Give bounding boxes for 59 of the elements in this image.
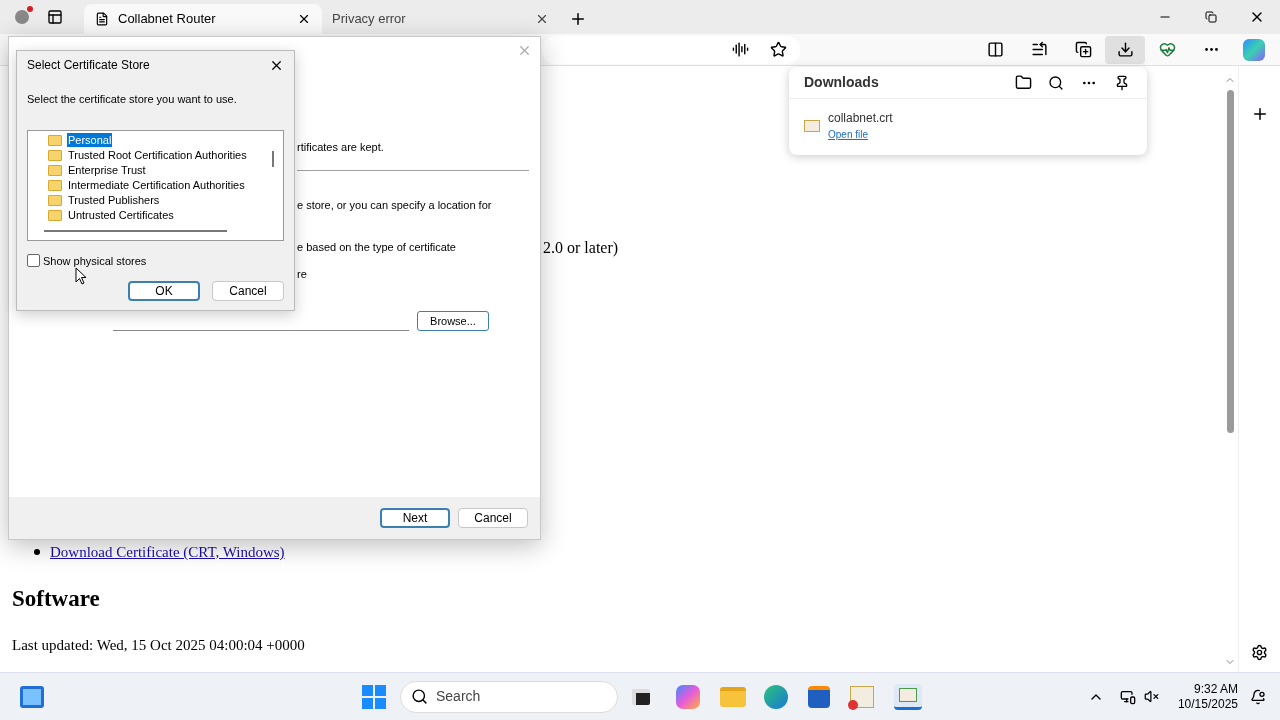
widgets-icon[interactable] [20, 685, 44, 708]
certificate-icon[interactable] [850, 685, 874, 708]
notification-icon[interactable] [1248, 688, 1268, 705]
start-icon[interactable] [362, 684, 386, 709]
wizard-text: rtificates are kept. [297, 140, 385, 155]
open-file-link[interactable]: Open file [828, 127, 893, 142]
clock[interactable]: 9:32 AM 10/15/2025 [1177, 681, 1238, 712]
ok-button[interactable]: OK [128, 281, 200, 301]
copilot-icon[interactable] [1243, 38, 1265, 61]
cancel-button[interactable]: Cancel [458, 508, 528, 528]
cancel-button[interactable]: Cancel [212, 281, 284, 301]
wizard-text: re [297, 266, 308, 282]
scrollbar-thumb[interactable] [272, 150, 274, 167]
dialog-title: Select Certificate Store [27, 57, 151, 74]
store-item[interactable]: Personal [67, 133, 113, 147]
download-icon[interactable] [1105, 35, 1145, 64]
mouse-cursor-icon [75, 267, 87, 285]
store-icon[interactable] [808, 685, 830, 708]
browser-tab[interactable]: Privacy error [322, 4, 560, 34]
text-fragment: 2.0 or later) [543, 239, 619, 256]
scrollbar-thumb[interactable] [44, 229, 227, 232]
checkbox[interactable] [27, 254, 40, 268]
store-item[interactable]: Untrusted Certificates [67, 208, 175, 222]
download-link[interactable]: Download Certificate (CRT, Windows) [50, 541, 285, 564]
section-heading: Software [12, 584, 101, 613]
sound-wave-icon[interactable] [730, 41, 750, 58]
tab-title: Collabnet Router [118, 10, 217, 29]
folder-icon [48, 194, 62, 206]
scrollbar-thumb[interactable] [1226, 90, 1234, 433]
page-icon [94, 12, 110, 26]
folder-icon [48, 179, 62, 191]
checkbox-label: Show physical stores [43, 253, 147, 269]
folder-icon [48, 149, 62, 161]
browse-button[interactable]: Browse... [417, 311, 489, 331]
folder-icon [48, 164, 62, 176]
browser-tab[interactable]: Collabnet Router [84, 4, 322, 34]
next-button[interactable]: Next [380, 508, 450, 528]
folder-icon [48, 134, 62, 146]
search-icon [411, 688, 428, 705]
store-item[interactable]: Enterprise Trust [67, 163, 147, 177]
store-item[interactable]: Trusted Root Certification Authorities [67, 148, 248, 162]
star-icon[interactable] [768, 41, 788, 58]
store-item[interactable]: Trusted Publishers [67, 193, 161, 207]
folder-icon [48, 209, 62, 221]
copilot-icon[interactable] [676, 684, 700, 709]
tab-title: Privacy error [332, 10, 407, 29]
wizard-text: e store, or you can specify a location for [297, 197, 493, 213]
store-item[interactable]: Intermediate Certification Authorities [67, 178, 246, 192]
search-field[interactable]: Search [400, 680, 618, 713]
tab-actions-icon[interactable] [46, 8, 64, 26]
certificate-icon [804, 119, 820, 132]
last-updated-text: Last updated: Wed, 15 Oct 2025 04:00:04 +0000 [12, 636, 306, 655]
file-name[interactable]: collabnet.crt [828, 109, 893, 127]
bullet-icon [34, 549, 40, 556]
folder-icon[interactable] [1013, 74, 1033, 91]
task-view-icon[interactable] [632, 688, 650, 705]
dialog-prompt: Select the certificate store you want to use. [27, 92, 238, 107]
panel-title: Downloads [804, 73, 880, 92]
wizard-text: e based on the type of certificate [297, 240, 457, 255]
